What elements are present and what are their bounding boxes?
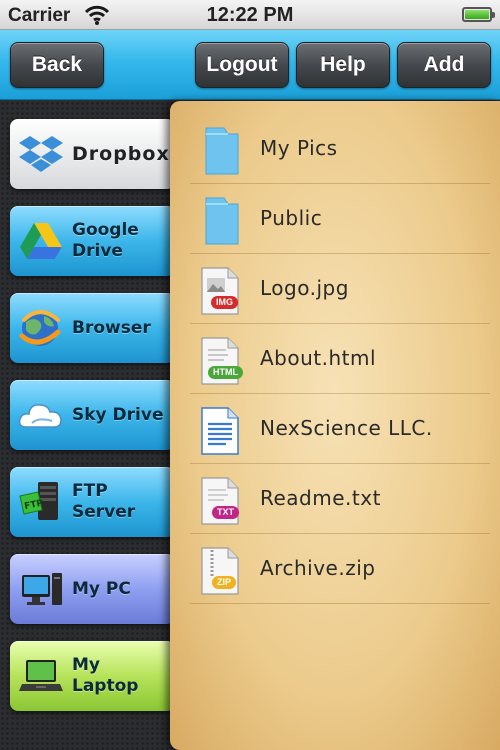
document-file-icon xyxy=(201,407,239,455)
file-name: Readme.txt xyxy=(260,486,381,510)
service-browser[interactable]: Browser xyxy=(10,293,175,363)
service-sky-drive[interactable]: Sky Drive xyxy=(10,380,175,450)
file-row-archive-zip[interactable]: ZIP Archive.zip xyxy=(190,534,490,604)
service-my-pc[interactable]: My PC xyxy=(10,554,175,624)
desktop-pc-icon xyxy=(22,573,62,605)
service-label: My PC xyxy=(72,579,131,599)
service-label: My Laptop xyxy=(72,655,139,696)
file-name: Public xyxy=(260,206,323,230)
status-bar: Carrier 12:22 PM xyxy=(0,0,500,30)
service-google-drive[interactable]: Google Drive xyxy=(10,206,175,276)
add-button[interactable]: Add xyxy=(397,42,491,88)
dropbox-icon xyxy=(19,136,63,172)
folder-icon xyxy=(205,197,239,245)
service-label: Google Drive xyxy=(72,220,139,261)
help-button[interactable]: Help xyxy=(296,42,390,88)
ftp-server-icon: FTP xyxy=(19,482,58,520)
folder-icon xyxy=(205,127,239,175)
file-name: My Pics xyxy=(260,136,338,160)
file-type-badge: IMG xyxy=(211,296,238,309)
cloud-icon xyxy=(18,404,62,428)
file-name: Logo.jpg xyxy=(260,276,349,300)
nav-bar: Back Logout Help Add xyxy=(0,30,500,100)
file-row-about-html[interactable]: HTML About.html xyxy=(190,324,490,394)
file-name: Archive.zip xyxy=(260,556,376,580)
service-my-laptop[interactable]: My Laptop xyxy=(10,641,175,711)
file-row-nexscience[interactable]: NexScience LLC. xyxy=(190,394,490,464)
file-row-my-pics[interactable]: My Pics xyxy=(190,114,490,184)
file-type-badge: TXT xyxy=(212,506,239,519)
battery-icon xyxy=(462,7,495,22)
service-ftp-server[interactable]: FTP FTP Server xyxy=(10,467,175,537)
file-name: NexScience LLC. xyxy=(260,416,433,440)
service-label: Dropbox xyxy=(72,143,170,165)
logout-button[interactable]: Logout xyxy=(195,42,289,88)
globe-icon xyxy=(19,310,61,346)
service-sidebar: Dropbox Google Drive Browser Sky Drive F… xyxy=(0,101,180,750)
service-label: Browser xyxy=(72,318,151,338)
google-drive-icon xyxy=(20,223,62,259)
file-list-panel: My Pics Public IMG Logo.jpg HTML About.h… xyxy=(170,101,500,750)
clock: 12:22 PM xyxy=(206,4,294,26)
file-type-badge: HTML xyxy=(208,366,243,379)
service-dropbox[interactable]: Dropbox xyxy=(10,119,175,189)
file-name: About.html xyxy=(260,346,377,370)
file-row-logo-jpg[interactable]: IMG Logo.jpg xyxy=(190,254,490,324)
laptop-icon xyxy=(19,660,63,691)
service-label: Sky Drive xyxy=(72,405,164,425)
file-type-badge: ZIP xyxy=(212,576,237,589)
back-button[interactable]: Back xyxy=(10,42,104,88)
service-label: FTP Server xyxy=(72,481,136,522)
file-row-public[interactable]: Public xyxy=(190,184,490,254)
file-row-readme-txt[interactable]: TXT Readme.txt xyxy=(190,464,490,534)
